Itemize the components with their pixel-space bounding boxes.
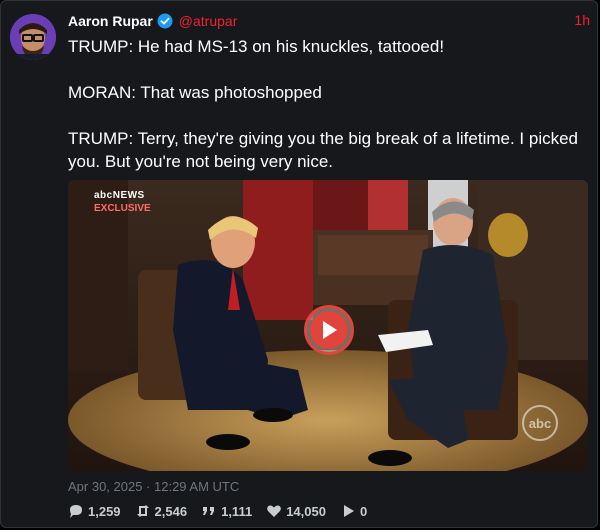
post-paragraph: TRUMP: He had MS-13 on his knuckles, tat… (68, 37, 445, 56)
reply-icon (70, 505, 82, 518)
likes-stat[interactable]: 14,050 (266, 503, 326, 519)
play-views-icon (343, 505, 354, 517)
author-name[interactable]: Aaron Rupar (68, 13, 153, 29)
play-icon (310, 311, 348, 349)
author-handle[interactable]: @atrupar (179, 13, 238, 29)
author-line: Aaron Rupar @atrupar (68, 12, 237, 30)
watermark-text: abc (528, 415, 552, 431)
abc-watermark: abc (522, 405, 558, 441)
play-button[interactable] (304, 305, 354, 355)
network-badge: abcNEWS EXCLUSIVE (94, 190, 151, 214)
post-time[interactable]: 1h (574, 12, 590, 28)
post-text: TRUMP: He had MS-13 on his knuckles, tat… (68, 35, 588, 196)
reposts-count: 2,546 (154, 503, 188, 519)
heart-icon (267, 505, 282, 517)
badge-network: abcNEWS (94, 190, 145, 201)
engagement-bar: 1,259 2,546 1,111 14,050 0 (68, 503, 367, 519)
quotes-stat[interactable]: 1,111 (201, 503, 252, 519)
quote-icon (203, 507, 215, 515)
post-timestamp[interactable]: Apr 30, 2025 · 12:29 AM UTC (68, 479, 239, 494)
replies-stat[interactable]: 1,259 (68, 503, 121, 519)
views-count: 0 (359, 503, 368, 519)
post-paragraph: MORAN: That was photoshopped (68, 83, 322, 102)
views-stat[interactable]: 0 (340, 503, 367, 519)
verified-badge-icon (157, 13, 173, 29)
post-paragraph: TRUMP: Terry, they're giving you the big… (68, 129, 578, 171)
quotes-count: 1,111 (221, 503, 253, 519)
reposts-stat[interactable]: 2,546 (135, 503, 188, 519)
repost-icon (136, 505, 149, 517)
likes-count: 14,050 (286, 503, 326, 519)
badge-exclusive: EXCLUSIVE (94, 203, 151, 214)
avatar[interactable] (10, 14, 56, 60)
replies-count: 1,259 (88, 503, 121, 519)
